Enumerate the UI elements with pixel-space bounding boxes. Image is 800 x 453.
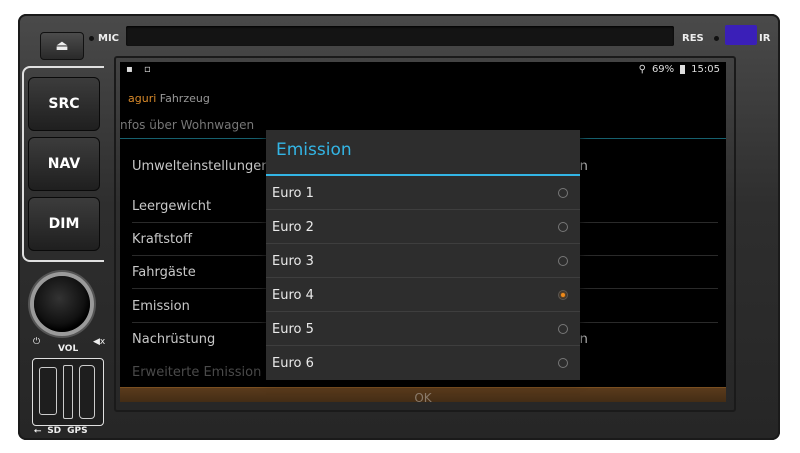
power-icon: ⏻ (33, 337, 41, 347)
option-divider (266, 311, 580, 312)
eject-button[interactable]: ⏏ (40, 32, 84, 60)
option-divider (266, 243, 580, 244)
option-euro-5[interactable]: Euro 5 (266, 313, 580, 346)
src-button[interactable]: SRC (28, 77, 100, 131)
sd-slot[interactable] (63, 365, 73, 419)
ir-label: IR (759, 33, 771, 44)
dialog-title-divider (266, 174, 580, 176)
option-label: Euro 5 (272, 322, 314, 337)
settings-row-emission[interactable]: Emission (132, 299, 190, 314)
eject-icon: ⏏ (55, 38, 69, 54)
src-button-label: SRC (48, 96, 80, 112)
mute-icon: ◀x (93, 337, 106, 347)
vol-label: VOL (58, 344, 79, 354)
settings-row-fahrgaeste[interactable]: Fahrgäste (132, 265, 196, 280)
volume-knob[interactable] (34, 276, 90, 332)
gps-label: GPS (67, 426, 88, 436)
sd-label: SD (47, 426, 62, 436)
option-euro-1[interactable]: Euro 1 (266, 177, 580, 210)
mic-hole (89, 36, 94, 41)
radio-button[interactable] (558, 222, 568, 232)
settings-row-umwelt[interactable]: Umwelteinstellungen (132, 159, 269, 174)
res-label: RES (682, 33, 704, 44)
radio-button[interactable] (558, 188, 568, 198)
option-euro-2[interactable]: Euro 2 (266, 211, 580, 244)
dim-button-label: DIM (48, 216, 80, 232)
ir-sensor (725, 25, 757, 45)
settings-row-nachruestung[interactable]: Nachrüstung (132, 332, 215, 347)
app-brand: aguri Fahrzeug (128, 92, 210, 105)
option-label: Euro 1 (272, 186, 314, 201)
app-header: aguri Fahrzeug (120, 84, 726, 112)
option-euro-6[interactable]: Euro 6 (266, 347, 580, 380)
usb-icon: ⭠ (34, 426, 42, 436)
clock: 15:05 (691, 64, 720, 75)
slot-labels: ⭠ SD GPS (34, 426, 88, 436)
section-title: nfos über Wohnwagen (120, 118, 255, 132)
disc-slot (126, 26, 674, 46)
usb-slot[interactable] (39, 367, 57, 415)
status-right: ⚲ 69% 15:05 (639, 64, 720, 75)
battery-percent: 69% (651, 64, 675, 75)
ok-button-label: OK (414, 391, 432, 402)
option-euro-3[interactable]: Euro 3 (266, 245, 580, 278)
option-divider (266, 209, 580, 210)
radio-button[interactable] (558, 256, 568, 266)
settings-row-leergewicht[interactable]: Leergewicht (132, 199, 211, 214)
brand-section: Fahrzeug (159, 92, 210, 105)
radio-button[interactable] (558, 358, 568, 368)
top-strip: ⏏ MIC RES IR (18, 14, 780, 60)
settings-row-erweitert[interactable]: Erweiterte Emission (132, 365, 261, 380)
gps-slot[interactable] (79, 365, 95, 419)
emission-dialog: Emission Euro 1 Euro 2 Euro 3 Euro 4 Eur… (266, 130, 580, 380)
dialog-title: Emission (276, 140, 352, 160)
reset-button[interactable] (714, 36, 719, 41)
battery-icon (680, 65, 686, 74)
nav-button-label: NAV (47, 156, 81, 172)
radio-button-selected[interactable] (558, 290, 568, 300)
dim-button[interactable]: DIM (28, 197, 100, 251)
option-label: Euro 4 (272, 288, 314, 303)
touch-screen: ▪ ▫ ⚲ 69% 15:05 aguri Fahrzeug nfos über… (120, 62, 726, 402)
option-euro-4[interactable]: Euro 4 (266, 279, 580, 312)
mic-label: MIC (98, 33, 120, 44)
notification-icons: ▪ ▫ (126, 64, 155, 75)
card-slots (32, 358, 104, 426)
option-label: Euro 6 (272, 356, 314, 371)
settings-row-kraftstoff[interactable]: Kraftstoff (132, 232, 192, 247)
radio-button[interactable] (558, 324, 568, 334)
option-label: Euro 2 (272, 220, 314, 235)
location-icon: ⚲ (638, 64, 646, 75)
ok-button[interactable]: OK (120, 387, 726, 402)
option-label: Euro 3 (272, 254, 314, 269)
head-unit-bezel: ⏏ MIC RES IR SRC NAV DIM ⏻ VOL ◀x ⭠ SD G… (18, 14, 780, 440)
status-bar: ▪ ▫ ⚲ 69% 15:05 (120, 62, 726, 78)
option-divider (266, 345, 580, 346)
nav-button[interactable]: NAV (28, 137, 100, 191)
brand-name: aguri (128, 92, 157, 105)
option-divider (266, 277, 580, 278)
